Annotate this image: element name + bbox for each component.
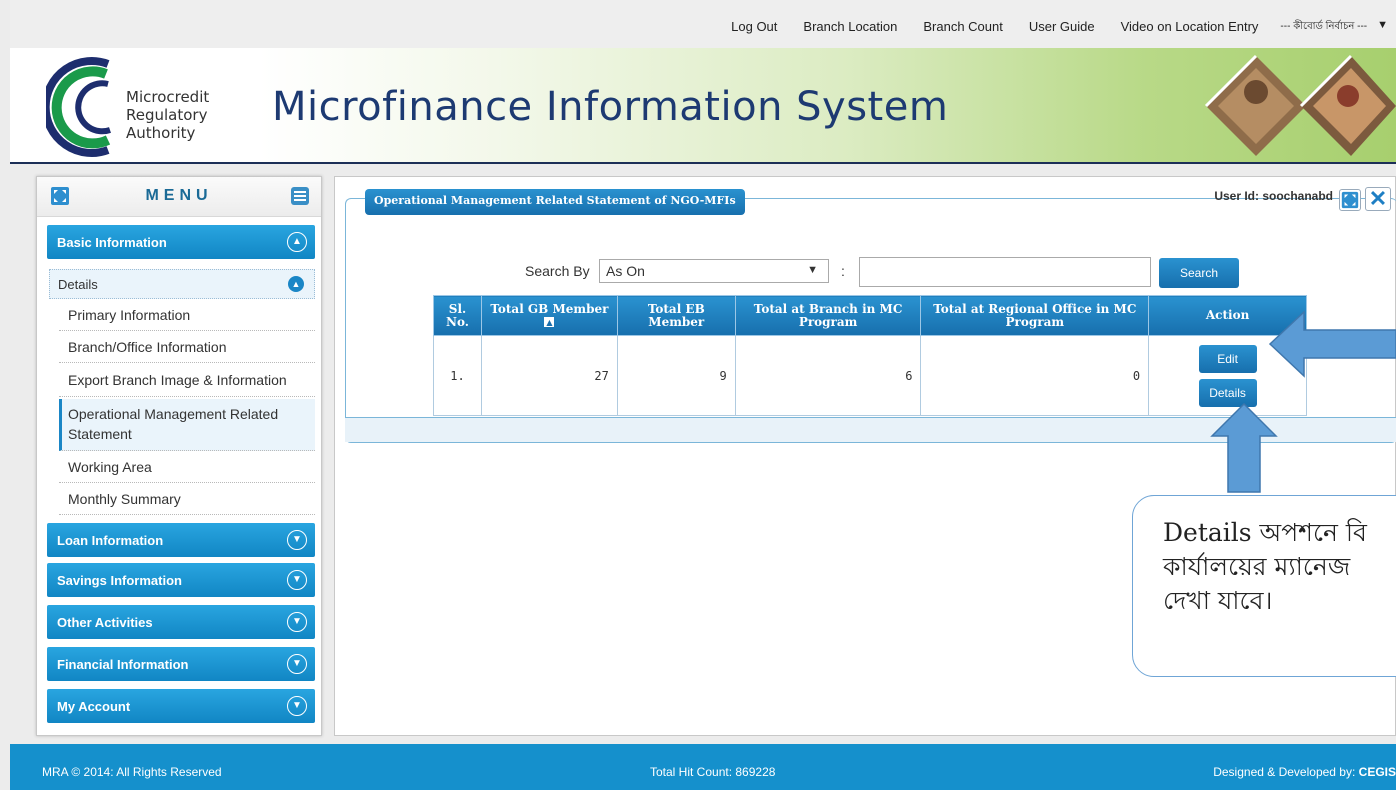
callout-line-3: দেখা যাবে।	[1163, 586, 1273, 615]
annotation-callout: Details অপশনে বি কার্যালয়ের ম্যানেজ দেখ…	[1132, 495, 1396, 677]
callout-line-1: Details অপশনে বি	[1163, 518, 1367, 547]
footer-developer-name: CEGIS	[1358, 765, 1396, 779]
site-footer: MRA © 2014: All Rights Reserved Total Hi…	[10, 744, 1396, 790]
callout-line-2: কার্যালয়ের ম্যানেজ	[1163, 552, 1351, 581]
footer-copyright: MRA © 2014: All Rights Reserved	[42, 765, 222, 779]
arrow-left-icon	[1268, 310, 1396, 378]
arrow-up-icon	[1210, 402, 1278, 493]
footer-hit-count: Total Hit Count: 869228	[650, 765, 776, 779]
footer-developer: Designed & Developed by: CEGIS	[1213, 765, 1396, 779]
footer-developer-prefix: Designed & Developed by:	[1213, 765, 1359, 779]
